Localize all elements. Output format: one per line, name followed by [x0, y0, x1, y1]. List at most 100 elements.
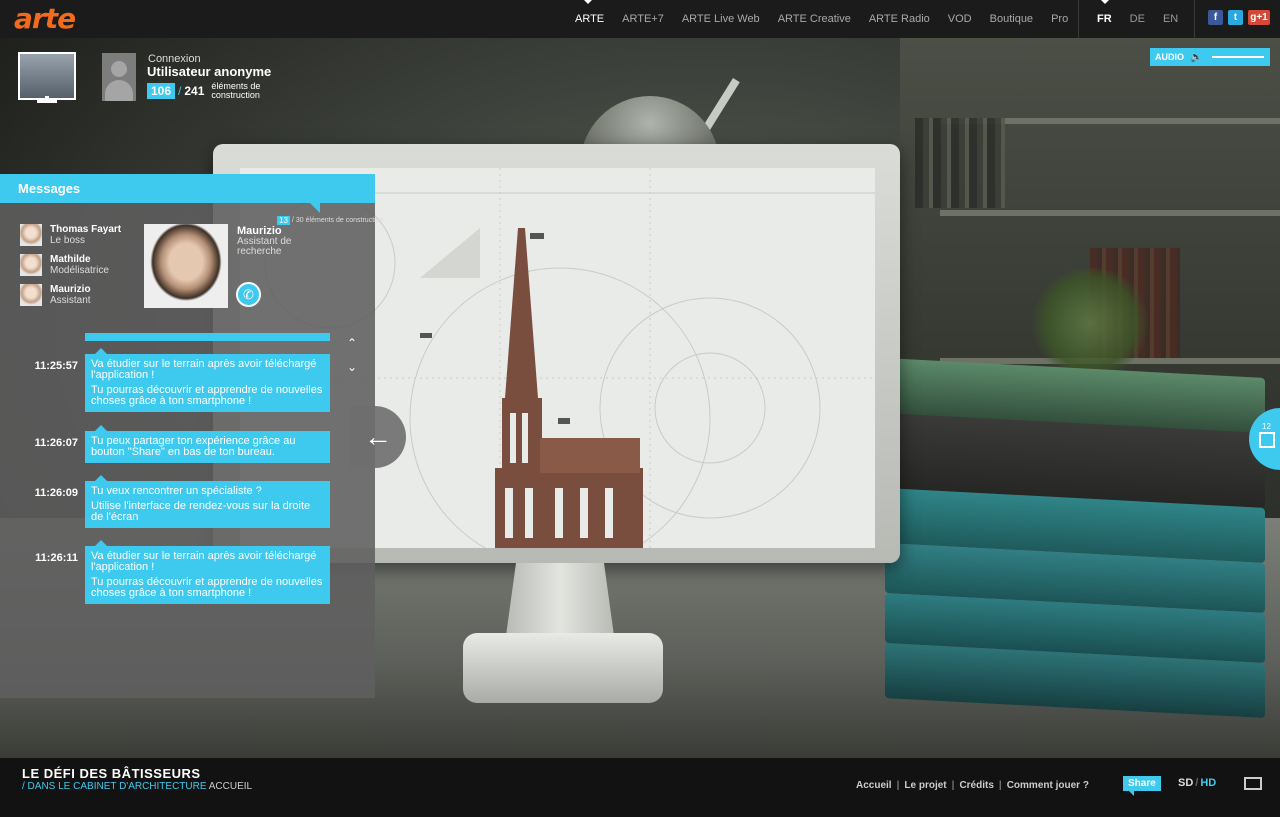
message-text: Tu veux rencontrer un spécialiste ? [91, 485, 262, 497]
google-plus-icon[interactable]: g+1 [1248, 10, 1270, 25]
lang-fr[interactable]: FR [1088, 13, 1121, 25]
location-thumbnail[interactable] [18, 52, 76, 100]
bottom-bar: LE DÉFI DES BÂTISSEURS / DANS LE CABINET… [0, 758, 1280, 817]
contact-thomas-fayart[interactable]: Thomas Fayart Le boss [20, 224, 121, 246]
binder-stack[interactable] [885, 358, 1280, 728]
footer-link-projet[interactable]: Le projet [904, 780, 946, 791]
message-bubble: Va étudier sur le terrain après avoir té… [85, 348, 330, 412]
nav-arte-live-web[interactable]: ARTE Live Web [673, 13, 769, 25]
fullscreen-icon[interactable] [1244, 777, 1262, 790]
contact-name: Thomas Fayart [50, 224, 122, 235]
nav-arte-radio[interactable]: ARTE Radio [860, 13, 939, 25]
plant [1030, 268, 1150, 378]
contact-name: Maurizio [50, 284, 91, 295]
message-bubble: Va étudier sur le terrain après avoir té… [85, 540, 330, 604]
selected-contact-counter: 13 / 30 éléments de construction [277, 216, 383, 225]
selected-count-total: 30 [295, 217, 304, 224]
call-button[interactable]: ✆ [236, 282, 261, 307]
nav-arte-plus-7[interactable]: ARTE+7 [613, 13, 673, 25]
facebook-icon[interactable]: f [1208, 10, 1223, 25]
messages-scroll-top [85, 333, 330, 341]
messages-header-pointer [310, 203, 320, 213]
contact-role: Modélisatrice [50, 265, 109, 276]
footer-link-comment-jouer[interactable]: Comment jouer ? [1007, 780, 1089, 791]
contact-avatar [20, 254, 42, 276]
monitor-base [463, 633, 663, 703]
counter-slash: / [291, 217, 294, 224]
elements-total: 241 [184, 84, 205, 98]
phone-icon: ✆ [243, 287, 254, 302]
scroll-up-icon[interactable]: ⌃ [341, 336, 363, 350]
breadcrumb-current: ACCUEIL [208, 781, 253, 792]
footer-link-accueil[interactable]: Accueil [856, 780, 892, 791]
top-navigation: ARTE ARTE+7 ARTE Live Web ARTE Creative … [566, 0, 1077, 38]
message-bubble: Tu veux rencontrer un spécialiste ? Util… [85, 475, 330, 528]
breadcrumb-path[interactable]: / DANS LE CABINET D'ARCHITECTURE [22, 781, 207, 792]
site-title[interactable]: LE DÉFI DES BÂTISSEURS [22, 766, 201, 781]
message-text: Utilise l'interface de rendez-vous sur l… [91, 500, 311, 523]
message-text: Va étudier sur le terrain après avoir té… [91, 550, 317, 573]
lang-de[interactable]: DE [1121, 13, 1154, 25]
breadcrumb: / DANS LE CABINET D'ARCHITECTURE ACCUEIL [22, 781, 252, 792]
nav-arte-creative[interactable]: ARTE Creative [769, 13, 860, 25]
speaker-icon[interactable]: 🔈 [1190, 52, 1202, 63]
scroll-down-icon[interactable]: ⌄ [341, 360, 363, 374]
thumbnail-base [37, 100, 57, 103]
counter-slash: / [178, 84, 182, 98]
footer-separator: | [951, 780, 955, 791]
language-switcher: FR DE EN [1088, 0, 1187, 38]
contact-role: Le boss [50, 235, 86, 246]
selected-count-label: éléments de construction [305, 217, 384, 224]
social-links: f t g+1 [1208, 10, 1270, 25]
footer-separator: | [998, 780, 1002, 791]
message-text: Tu peux partager ton expérience grâce au… [91, 435, 296, 458]
nav-vod[interactable]: VOD [939, 13, 981, 25]
message-time: 11:26:11 [35, 552, 78, 564]
quality-separator: / [1195, 777, 1199, 789]
message-text: Tu pourras découvrir et apprendre de nou… [91, 576, 323, 599]
selected-count-current: 13 [277, 216, 290, 225]
audio-control[interactable]: AUDIO 🔈 [1150, 48, 1270, 66]
shelf [940, 210, 1280, 216]
footer-navigation: Accueil | Le projet | Crédits | Comment jou… [856, 780, 1089, 791]
message-time: 11:25:57 [34, 360, 78, 372]
nav-pro[interactable]: Pro [1042, 13, 1077, 25]
contact-avatar [20, 224, 42, 246]
contact-mathilde[interactable]: Mathilde Modélisatrice [20, 254, 109, 276]
message-text: Va étudier sur le terrain après avoir té… [91, 358, 317, 381]
elements-counter: 106 / 241 éléments de construction [147, 82, 291, 100]
bookshelf-books [915, 118, 1005, 208]
footer-separator: | [896, 780, 900, 791]
messages-title: Messages [0, 174, 375, 203]
contact-role: Assistant [50, 295, 91, 306]
share-button[interactable]: Share [1123, 776, 1161, 796]
appointments-count: 12 [1262, 422, 1271, 431]
message-time: 11:26:09 [34, 487, 78, 499]
elements-current: 106 [147, 83, 176, 99]
user-avatar[interactable] [102, 53, 136, 101]
quality-switch: SD / HD [1178, 777, 1216, 789]
footer-link-credits[interactable]: Crédits [959, 780, 993, 791]
contact-avatar [20, 284, 42, 306]
top-bar: arte ARTE ARTE+7 ARTE Live Web ARTE Crea… [0, 0, 1280, 38]
lang-en[interactable]: EN [1154, 13, 1187, 25]
selected-contact-photo [144, 224, 228, 308]
message-bubble: Tu peux partager ton expérience grâce au… [85, 425, 330, 463]
volume-slider[interactable] [1212, 56, 1264, 58]
message-time: 11:26:07 [34, 437, 78, 449]
nav-arte[interactable]: ARTE [566, 13, 613, 25]
nav-boutique[interactable]: Boutique [981, 13, 1042, 25]
arte-logo[interactable]: arte [14, 2, 76, 35]
quality-sd[interactable]: SD [1178, 777, 1193, 789]
selected-contact-role: Assistant de recherche [237, 236, 292, 257]
social-divider [1194, 0, 1195, 38]
elements-label: éléments de construction [211, 81, 261, 100]
contact-maurizio[interactable]: Maurizio Assistant [20, 284, 91, 306]
contact-name: Mathilde [50, 254, 91, 265]
audio-label: AUDIO [1155, 52, 1184, 62]
calendar-icon [1259, 432, 1275, 448]
username: Utilisateur anonyme [147, 64, 272, 79]
quality-hd[interactable]: HD [1200, 777, 1216, 789]
nav-divider [1078, 0, 1079, 38]
twitter-icon[interactable]: t [1228, 10, 1243, 25]
